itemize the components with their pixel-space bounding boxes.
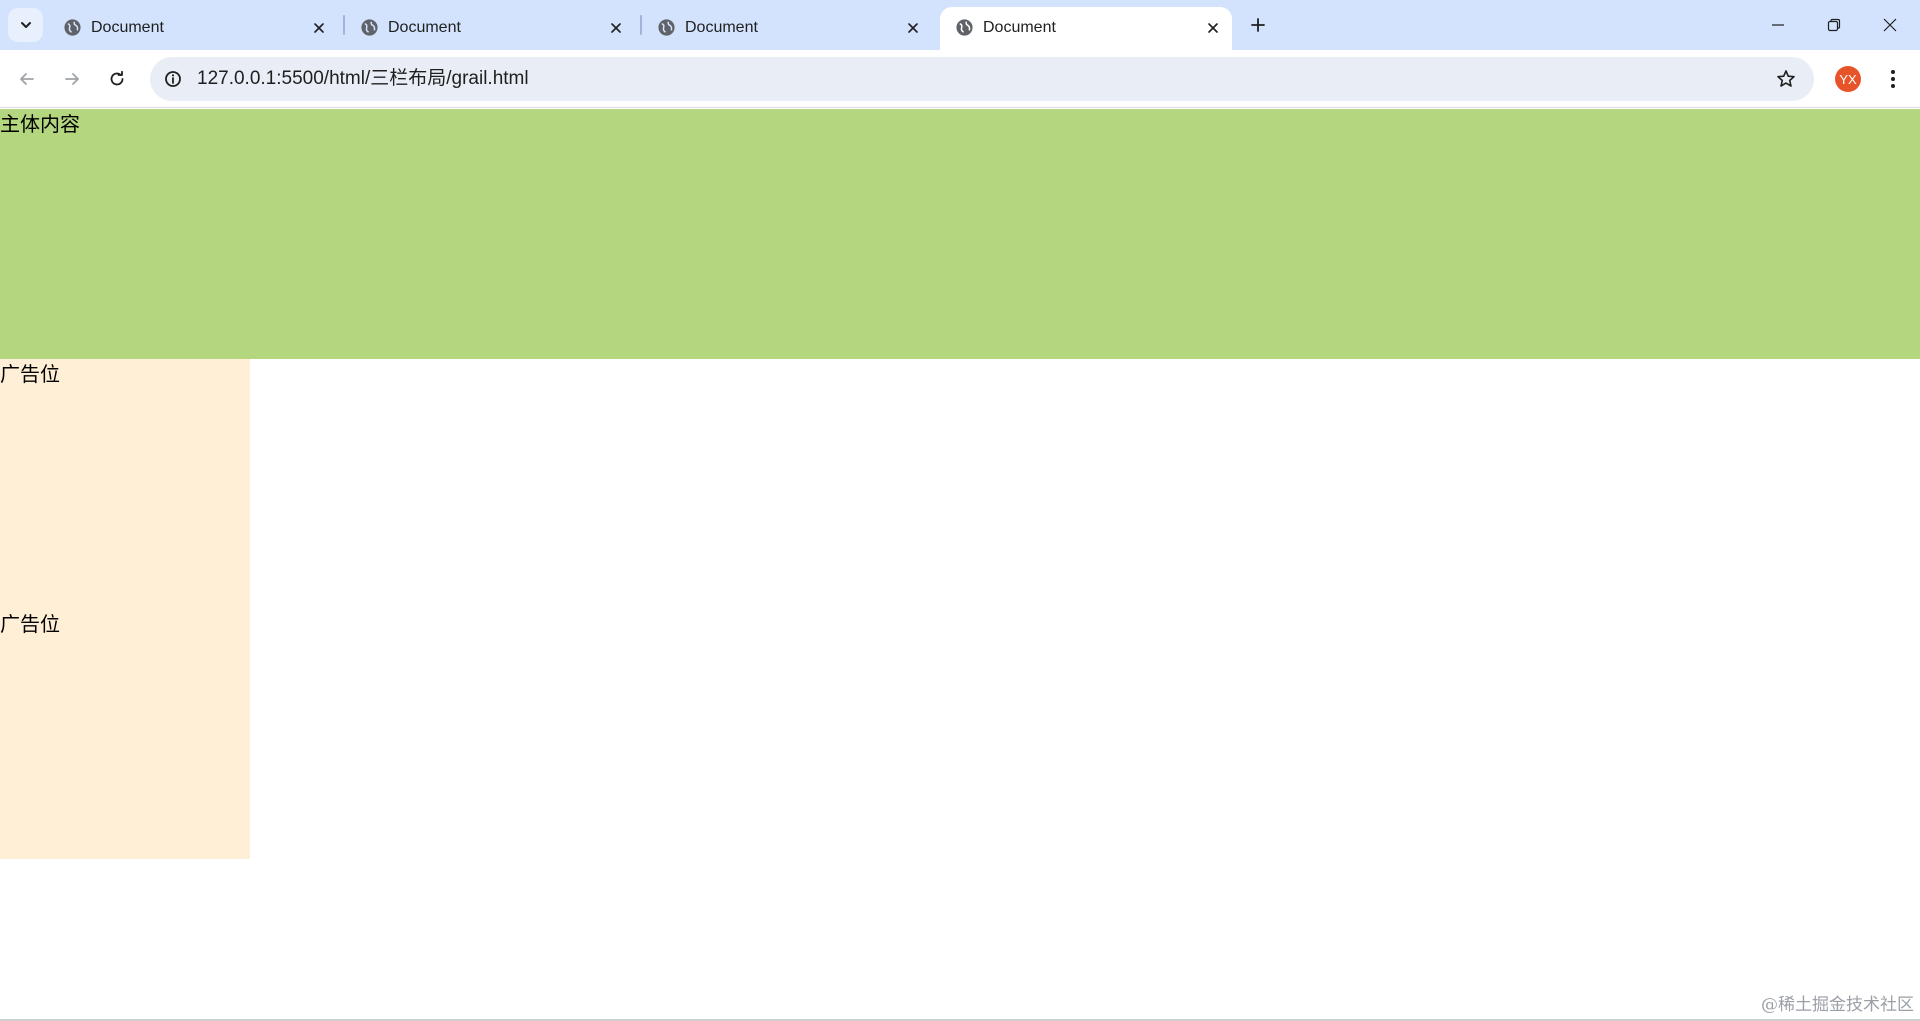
new-tab-button[interactable] xyxy=(1243,10,1273,40)
close-icon xyxy=(1883,18,1897,32)
profile-avatar[interactable]: YX xyxy=(1835,66,1861,92)
tab-strip: Document Document Document Document xyxy=(0,0,1920,50)
tab-document-active[interactable]: Document xyxy=(940,7,1232,50)
globe-icon xyxy=(361,19,378,36)
more-vertical-icon xyxy=(1891,70,1895,88)
info-icon xyxy=(165,71,181,87)
back-button[interactable] xyxy=(9,61,45,97)
ad-block: 广告位 xyxy=(0,609,250,859)
address-bar[interactable]: 127.0.0.1:5500/html/三栏布局/grail.html xyxy=(150,57,1814,101)
star-icon xyxy=(1777,70,1795,87)
page-viewport: 主体内容 广告位 广告位 @稀土掘金技术社区 xyxy=(0,109,1920,1021)
url-text[interactable]: 127.0.0.1:5500/html/三栏布局/grail.html xyxy=(197,68,529,90)
browser-toolbar: 127.0.0.1:5500/html/三栏布局/grail.html xyxy=(0,50,1920,108)
reload-button[interactable] xyxy=(99,61,135,97)
bookmark-button[interactable] xyxy=(1772,65,1800,93)
tab-document-1[interactable]: Document xyxy=(48,7,338,50)
close-icon xyxy=(314,23,324,33)
reload-icon xyxy=(110,70,124,86)
tab-close-button[interactable] xyxy=(1200,15,1226,41)
minimize-button[interactable] xyxy=(1750,0,1806,50)
watermark: @稀土掘金技术社区 xyxy=(1761,995,1914,1015)
browser-menu-button[interactable] xyxy=(1878,61,1908,97)
globe-icon xyxy=(658,19,675,36)
minimize-icon xyxy=(1772,24,1784,26)
main-content-block: 主体内容 xyxy=(0,109,1920,359)
ad-text: 广告位 xyxy=(0,362,60,386)
tab-close-button[interactable] xyxy=(306,15,332,41)
close-window-button[interactable] xyxy=(1862,0,1918,50)
restore-icon xyxy=(1827,18,1841,32)
tab-document-2[interactable]: Document xyxy=(345,7,635,50)
plus-icon xyxy=(1251,18,1265,32)
main-content-text: 主体内容 xyxy=(0,112,80,136)
close-icon xyxy=(1208,23,1218,33)
forward-button[interactable] xyxy=(54,61,90,97)
avatar-initials: YX xyxy=(1839,71,1857,87)
tab-close-button[interactable] xyxy=(900,15,926,41)
close-icon xyxy=(908,23,918,33)
tab-search-button[interactable] xyxy=(8,8,43,42)
arrow-left-icon xyxy=(20,73,34,85)
close-icon xyxy=(611,23,621,33)
ad-block: 广告位 xyxy=(0,359,250,609)
tab-document-3[interactable]: Document xyxy=(642,7,932,50)
arrow-right-icon xyxy=(65,73,79,85)
globe-icon xyxy=(956,19,973,36)
restore-button[interactable] xyxy=(1806,0,1862,50)
tab-title: Document xyxy=(388,19,461,36)
chevron-down-icon xyxy=(20,22,31,28)
ad-text: 广告位 xyxy=(0,612,60,636)
tab-title: Document xyxy=(685,19,758,36)
site-info-button[interactable] xyxy=(158,64,188,94)
globe-icon xyxy=(64,19,81,36)
tab-title: Document xyxy=(91,19,164,36)
tab-close-button[interactable] xyxy=(603,15,629,41)
tab-title: Document xyxy=(983,19,1056,36)
